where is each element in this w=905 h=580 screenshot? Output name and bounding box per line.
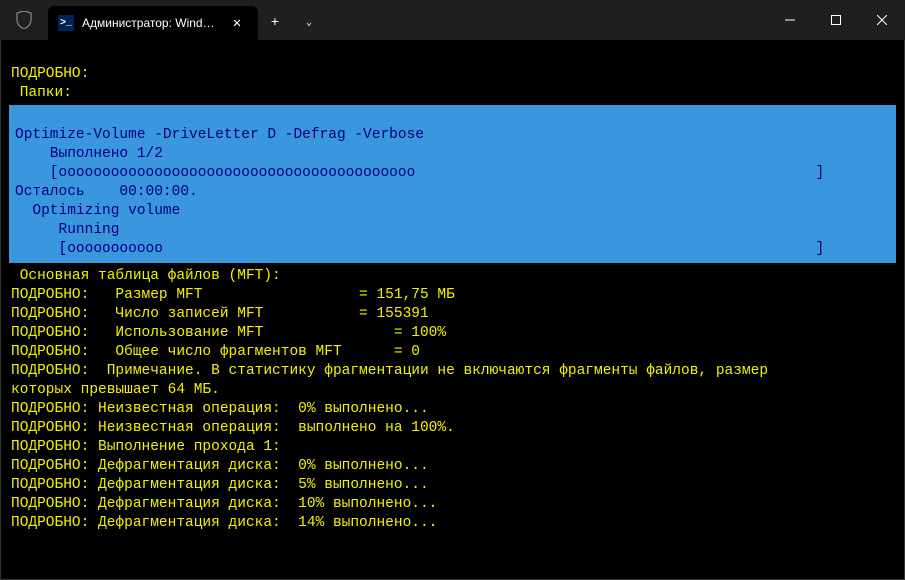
progress-block: Optimize-Volume -DriveLetter D -Defrag -…	[9, 105, 896, 263]
maximize-icon	[831, 15, 841, 25]
powershell-icon: >_	[58, 15, 74, 31]
tab-close-button[interactable]: ✕	[228, 14, 246, 32]
defrag-0: ПОДРОБНО: Дефрагментация диска: 0% выпол…	[11, 458, 429, 474]
note-line-2: которых превышает 64 МБ.	[11, 382, 220, 398]
defrag-5: ПОДРОБНО: Дефрагментация диска: 5% выпол…	[11, 477, 429, 493]
pass-1: ПОДРОБНО: Выполнение прохода 1:	[11, 439, 281, 455]
progress-optimizing: Optimizing volume	[15, 203, 180, 219]
progress-command: Optimize-Volume -DriveLetter D -Defrag -…	[15, 127, 424, 143]
close-icon	[877, 15, 887, 25]
tab-title: Администратор: Windows Po	[82, 16, 220, 30]
mft-records: ПОДРОБНО: Число записей MFT = 155391	[11, 306, 429, 322]
maximize-button[interactable]	[813, 0, 859, 40]
folders-label: Папки:	[11, 85, 72, 101]
new-tab-button[interactable]: +	[258, 6, 292, 40]
window-controls	[767, 0, 905, 40]
tab-dropdown-button[interactable]: ⌄	[292, 6, 326, 40]
shield-badge	[0, 0, 48, 40]
defrag-10: ПОДРОБНО: Дефрагментация диска: 10% выпо…	[11, 496, 437, 512]
mft-usage: ПОДРОБНО: Использование MFT = 100%	[11, 325, 446, 341]
progress-running: Running	[15, 222, 119, 238]
minimize-button[interactable]	[767, 0, 813, 40]
titlebar-drag-area[interactable]	[326, 0, 767, 40]
unknown-op-100: ПОДРОБНО: Неизвестная операция: выполнен…	[11, 420, 455, 436]
progress-bar-2: [ooooooooooo ]	[15, 241, 824, 257]
terminal-output[interactable]: ПОДРОБНО: Папки: Optimize-Volume -DriveL…	[0, 40, 905, 580]
unknown-op-0: ПОДРОБНО: Неизвестная операция: 0% выпол…	[11, 401, 429, 417]
minimize-icon	[785, 15, 795, 25]
note-line-1: ПОДРОБНО: Примечание. В статистику фрагм…	[11, 363, 768, 379]
progress-done: Выполнено 1/2	[15, 146, 163, 162]
mft-size: ПОДРОБНО: Размер MFT = 151,75 МБ	[11, 287, 455, 303]
close-button[interactable]	[859, 0, 905, 40]
shield-icon	[16, 11, 32, 29]
mft-fragments: ПОДРОБНО: Общее число фрагментов MFT = 0	[11, 344, 420, 360]
progress-remaining: Осталось 00:00:00.	[15, 184, 198, 200]
titlebar: >_ Администратор: Windows Po ✕ + ⌄	[0, 0, 905, 40]
tab[interactable]: >_ Администратор: Windows Po ✕	[48, 6, 258, 40]
defrag-14: ПОДРОБНО: Дефрагментация диска: 14% выпо…	[11, 515, 437, 531]
mft-header: Основная таблица файлов (MFT):	[11, 268, 281, 284]
progress-bar-1: [ooooooooooooooooooooooooooooooooooooooo…	[15, 165, 824, 181]
verbose-header: ПОДРОБНО:	[11, 66, 89, 82]
